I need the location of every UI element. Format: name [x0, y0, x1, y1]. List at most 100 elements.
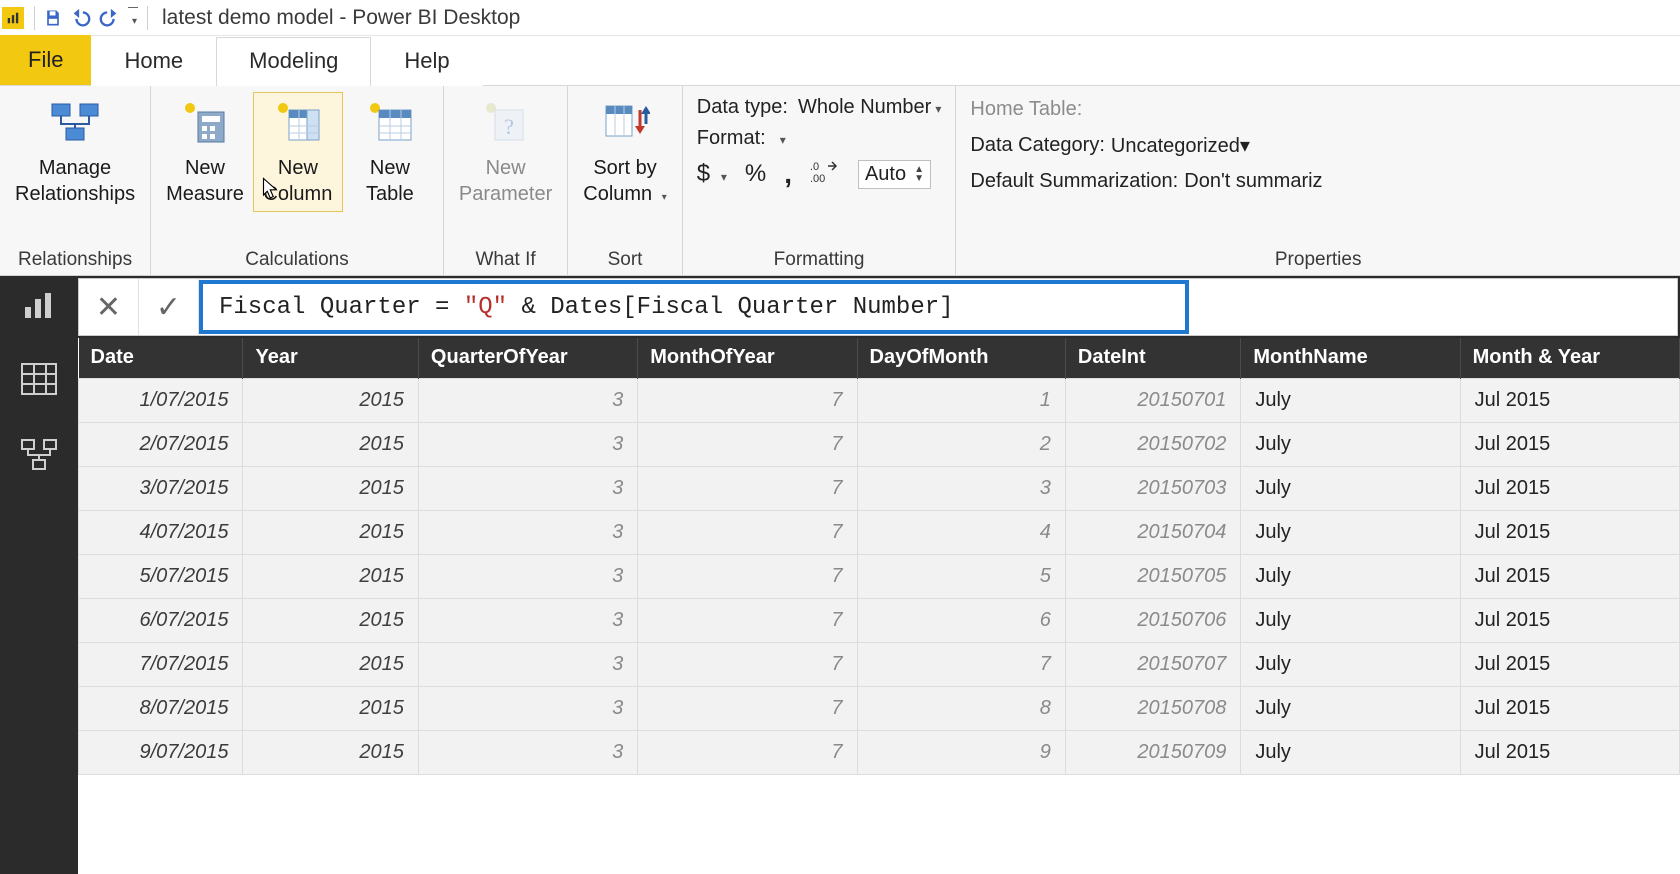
undo-button[interactable] [67, 4, 95, 32]
cell-day[interactable]: 3 [857, 466, 1065, 510]
cell-monthyear[interactable]: Jul 2015 [1460, 510, 1679, 554]
cell-quarter[interactable]: 3 [418, 730, 637, 774]
cell-month[interactable]: 7 [638, 510, 857, 554]
decimal-places-input[interactable]: Auto ▲▼ [858, 160, 931, 189]
cell-monthyear[interactable]: Jul 2015 [1460, 466, 1679, 510]
cell-dateint[interactable]: 20150705 [1065, 554, 1240, 598]
cell-date[interactable]: 5/07/2015 [79, 554, 243, 598]
cell-monthname[interactable]: July [1241, 598, 1460, 642]
table-row[interactable]: 5/07/2015201537520150705JulyJul 2015 [79, 554, 1680, 598]
cell-monthyear[interactable]: Jul 2015 [1460, 642, 1679, 686]
cell-monthyear[interactable]: Jul 2015 [1460, 686, 1679, 730]
cell-day[interactable]: 7 [857, 642, 1065, 686]
cell-month[interactable]: 7 [638, 598, 857, 642]
tab-modeling[interactable]: Modeling [216, 37, 371, 86]
data-grid[interactable]: Date Year QuarterOfYear MonthOfYear DayO… [78, 338, 1680, 874]
col-header-monthofyear[interactable]: MonthOfYear [638, 338, 857, 378]
format-dropdown[interactable]: ▾ [776, 127, 786, 150]
data-type-dropdown[interactable]: Whole Number▾ [798, 96, 941, 119]
cell-year[interactable]: 2015 [243, 730, 418, 774]
cell-monthname[interactable]: July [1241, 686, 1460, 730]
report-view-button[interactable] [14, 282, 64, 330]
table-row[interactable]: 7/07/2015201537720150707JulyJul 2015 [79, 642, 1680, 686]
tab-file[interactable]: File [0, 35, 91, 85]
col-header-quarterofyear[interactable]: QuarterOfYear [418, 338, 637, 378]
cell-year[interactable]: 2015 [243, 510, 418, 554]
spinner[interactable]: ▲▼ [914, 165, 924, 183]
cell-quarter[interactable]: 3 [418, 510, 637, 554]
cell-month[interactable]: 7 [638, 554, 857, 598]
cell-quarter[interactable]: 3 [418, 598, 637, 642]
cell-monthyear[interactable]: Jul 2015 [1460, 554, 1679, 598]
decimals-icon[interactable]: .0.00 [810, 158, 840, 190]
cell-monthname[interactable]: July [1241, 466, 1460, 510]
redo-button[interactable] [95, 4, 123, 32]
sort-by-column-button[interactable]: Sort byColumn [576, 92, 674, 212]
cell-date[interactable]: 4/07/2015 [79, 510, 243, 554]
cell-day[interactable]: 6 [857, 598, 1065, 642]
cell-date[interactable]: 3/07/2015 [79, 466, 243, 510]
cell-month[interactable]: 7 [638, 686, 857, 730]
cell-year[interactable]: 2015 [243, 466, 418, 510]
default-summarization-dropdown[interactable]: Don't summariz [1184, 170, 1322, 193]
col-header-monthyear[interactable]: Month & Year [1460, 338, 1679, 378]
cell-year[interactable]: 2015 [243, 642, 418, 686]
model-view-button[interactable] [14, 432, 64, 478]
cell-monthname[interactable]: July [1241, 510, 1460, 554]
cell-dateint[interactable]: 20150706 [1065, 598, 1240, 642]
table-row[interactable]: 8/07/2015201537820150708JulyJul 2015 [79, 686, 1680, 730]
cell-quarter[interactable]: 3 [418, 686, 637, 730]
cell-month[interactable]: 7 [638, 730, 857, 774]
cell-day[interactable]: 1 [857, 378, 1065, 422]
cell-date[interactable]: 2/07/2015 [79, 422, 243, 466]
cell-day[interactable]: 2 [857, 422, 1065, 466]
col-header-monthname[interactable]: MonthName [1241, 338, 1460, 378]
cell-day[interactable]: 5 [857, 554, 1065, 598]
thousands-button[interactable]: , [784, 158, 792, 190]
cell-monthname[interactable]: July [1241, 378, 1460, 422]
cell-dateint[interactable]: 20150708 [1065, 686, 1240, 730]
cell-month[interactable]: 7 [638, 422, 857, 466]
table-row[interactable]: 3/07/2015201537320150703JulyJul 2015 [79, 466, 1680, 510]
tab-help[interactable]: Help [371, 37, 482, 86]
percent-button[interactable]: % [745, 160, 766, 188]
cell-monthyear[interactable]: Jul 2015 [1460, 422, 1679, 466]
col-header-date[interactable]: Date [79, 338, 243, 378]
tab-home[interactable]: Home [91, 37, 216, 86]
cell-day[interactable]: 8 [857, 686, 1065, 730]
cell-month[interactable]: 7 [638, 378, 857, 422]
cell-day[interactable]: 4 [857, 510, 1065, 554]
cell-year[interactable]: 2015 [243, 686, 418, 730]
cell-dateint[interactable]: 20150703 [1065, 466, 1240, 510]
cell-monthname[interactable]: July [1241, 422, 1460, 466]
cell-date[interactable]: 8/07/2015 [79, 686, 243, 730]
cell-monthyear[interactable]: Jul 2015 [1460, 378, 1679, 422]
cell-dateint[interactable]: 20150709 [1065, 730, 1240, 774]
cell-monthyear[interactable]: Jul 2015 [1460, 730, 1679, 774]
data-view-button[interactable] [14, 356, 64, 402]
table-row[interactable]: 6/07/2015201537620150706JulyJul 2015 [79, 598, 1680, 642]
formula-commit-button[interactable]: ✓ [139, 279, 199, 335]
new-measure-button[interactable]: NewMeasure [159, 92, 251, 212]
cell-month[interactable]: 7 [638, 642, 857, 686]
col-header-dayofmonth[interactable]: DayOfMonth [857, 338, 1065, 378]
cell-monthname[interactable]: July [1241, 730, 1460, 774]
new-parameter-button[interactable]: ? NewParameter [452, 92, 559, 212]
cell-day[interactable]: 9 [857, 730, 1065, 774]
cell-quarter[interactable]: 3 [418, 554, 637, 598]
cell-year[interactable]: 2015 [243, 378, 418, 422]
currency-button[interactable]: $ ▾ [697, 160, 727, 188]
cell-year[interactable]: 2015 [243, 554, 418, 598]
cell-dateint[interactable]: 20150704 [1065, 510, 1240, 554]
manage-relationships-button[interactable]: ManageRelationships [8, 92, 142, 212]
table-row[interactable]: 9/07/2015201537920150709JulyJul 2015 [79, 730, 1680, 774]
cell-date[interactable]: 6/07/2015 [79, 598, 243, 642]
cell-date[interactable]: 7/07/2015 [79, 642, 243, 686]
qat-customize-button[interactable] [123, 4, 143, 32]
cell-year[interactable]: 2015 [243, 422, 418, 466]
cell-monthyear[interactable]: Jul 2015 [1460, 598, 1679, 642]
cell-monthname[interactable]: July [1241, 642, 1460, 686]
cell-quarter[interactable]: 3 [418, 378, 637, 422]
cell-quarter[interactable]: 3 [418, 422, 637, 466]
cell-quarter[interactable]: 3 [418, 466, 637, 510]
